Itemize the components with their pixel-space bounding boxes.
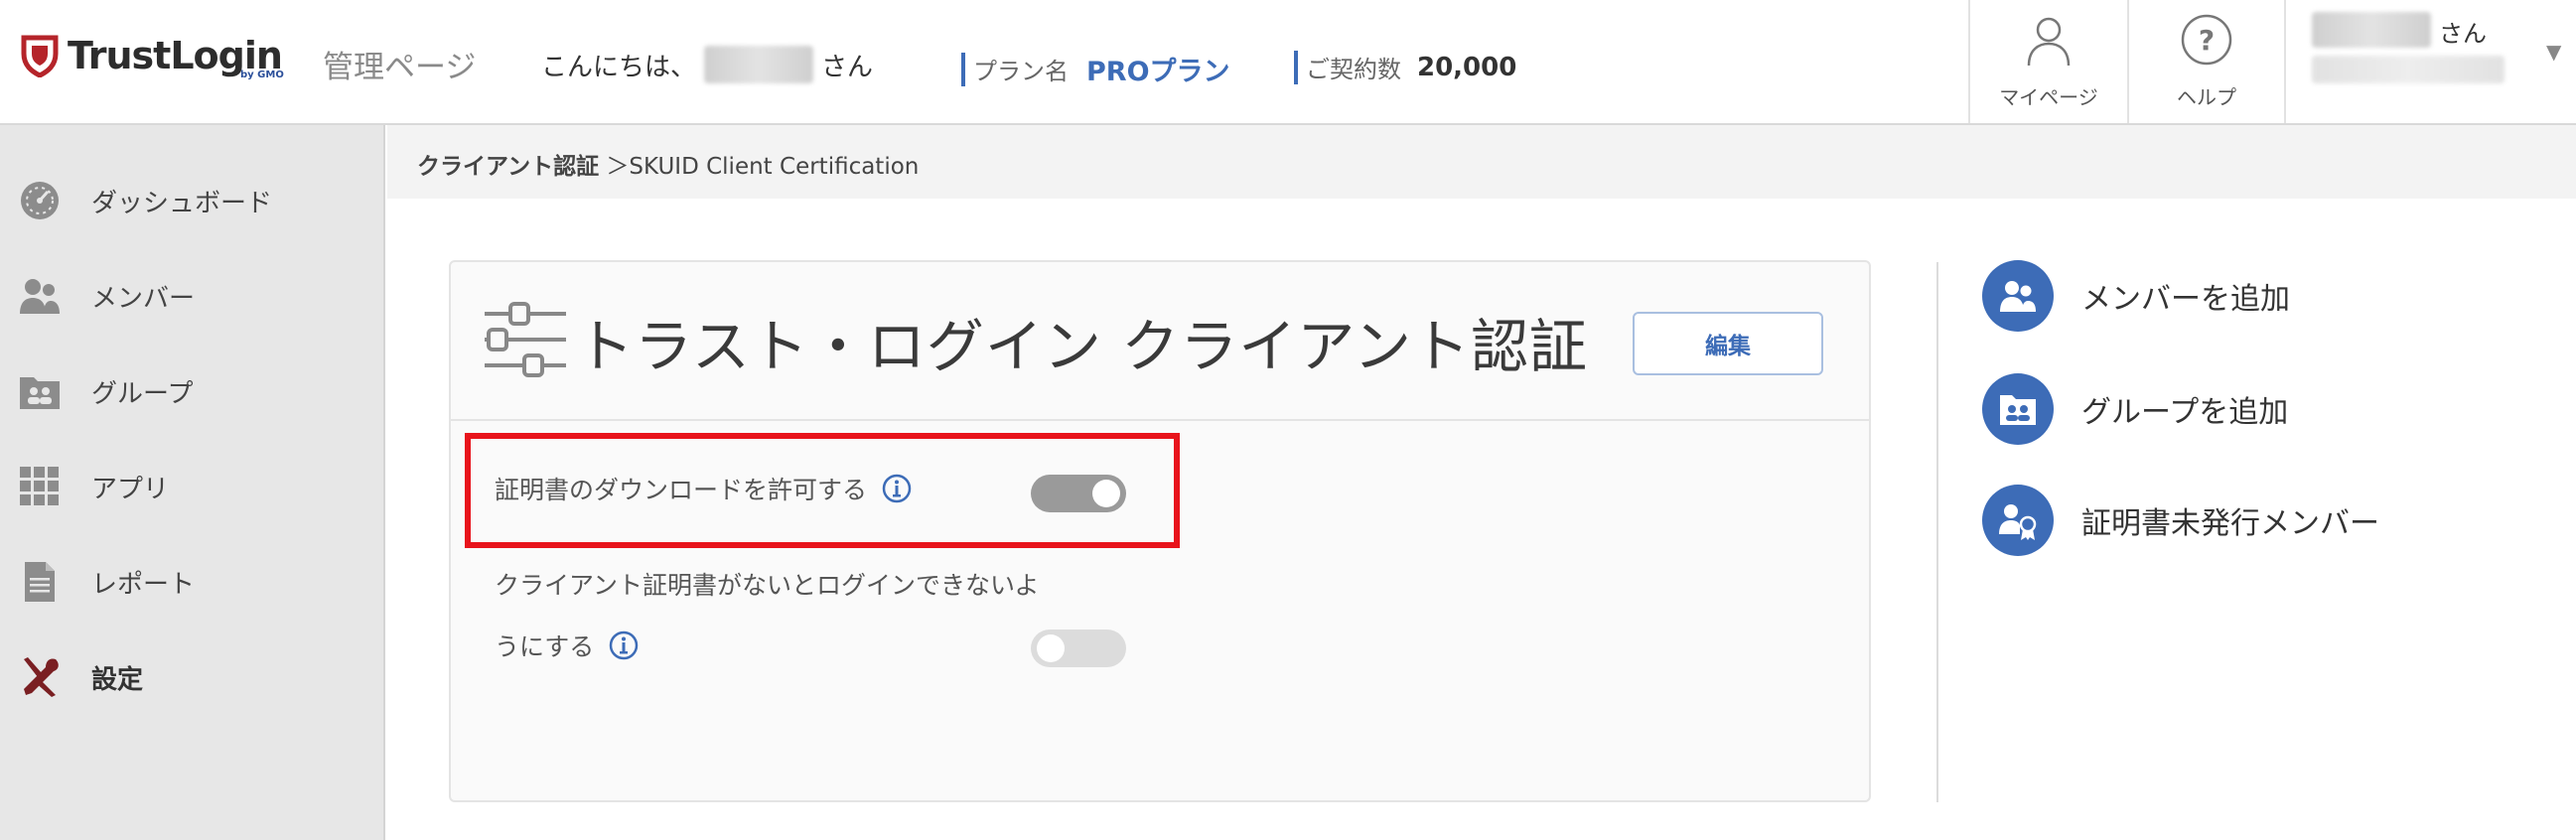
vertical-divider [1936, 262, 1938, 802]
breadcrumb-bar: クライアント認証 ＞SKUID Client Certification [387, 125, 2576, 199]
sidebar-item-label: グループ [91, 378, 194, 409]
user-suffix: さん [2439, 20, 2487, 48]
action-label: 証明書未発行メンバー [2081, 506, 2379, 541]
contract-label: ご契約数 [1306, 56, 1401, 83]
apps-grid-icon [20, 467, 59, 505]
report-document-icon [25, 562, 55, 602]
plan-info: プラン名 PROプラン [961, 50, 1230, 88]
mypage-label: マイページ [1999, 85, 2098, 109]
dashboard-icon [21, 182, 59, 219]
group-icon [20, 377, 60, 409]
breadcrumb-current: SKUID Client Certification [629, 154, 920, 180]
breadcrumb: クライアント認証 ＞SKUID Client Certification [417, 147, 919, 181]
sidebar-item-dashboard[interactable]: ダッシュボード [0, 153, 385, 248]
help-question-icon: ? [2181, 14, 2232, 66]
add-group-action[interactable]: グループを追加 [1982, 373, 2288, 445]
settings-tools-icon [24, 657, 59, 697]
action-label: メンバーを追加 [2081, 282, 2290, 317]
shield-logo-icon [21, 35, 59, 77]
highlight-annotation-box [465, 433, 1180, 548]
contract-info: ご契約数 20,000 [1294, 50, 1516, 84]
uncertified-members-action[interactable]: 証明書未発行メンバー [1982, 485, 2379, 556]
plan-label: プラン名 [973, 58, 1069, 85]
sidebar-item-label: 設定 [91, 664, 144, 695]
sliders-settings-icon [485, 302, 566, 377]
sidebar-item-label: アプリ [91, 474, 170, 504]
greeting: こんにちは、 さん [541, 46, 873, 83]
chevron-down-icon[interactable]: ▼ [2546, 40, 2561, 64]
sidebar-item-reports[interactable]: レポート [0, 534, 385, 630]
contract-divider [1294, 50, 1298, 84]
sidebar-item-label: レポート [91, 569, 196, 600]
greeting-prefix: こんにちは、 [541, 52, 697, 82]
sidebar-item-members[interactable]: メンバー [0, 248, 385, 344]
require-cert-toggle[interactable] [1031, 630, 1126, 667]
uncertified-member-icon [1982, 485, 2054, 556]
sidebar-item-label: メンバー [91, 283, 196, 314]
greeting-suffix: さん [821, 52, 874, 82]
info-icon[interactable] [608, 630, 640, 661]
breadcrumb-separator: ＞ [606, 154, 630, 180]
setting-label: クライアント証明書がないとログインできないよ [495, 571, 1040, 600]
plan-divider [961, 52, 965, 86]
help-button[interactable]: ? ヘルプ [2127, 0, 2284, 123]
edit-button[interactable]: 編集 [1633, 312, 1823, 375]
sidebar-item-settings[interactable]: 設定 [0, 630, 385, 725]
user-menu[interactable]: さん ▼ [2284, 0, 2576, 123]
mypage-button[interactable]: マイページ [1968, 0, 2127, 123]
sidebar-item-label: ダッシュボード [91, 188, 273, 218]
sidebar: ダッシュボード メンバー グループ アプリ レポート 設定 [0, 125, 385, 840]
top-header: TrustLogin by GMO 管理ページ こんにちは、 さん プラン名 P… [0, 0, 2576, 125]
trustlogin-logo[interactable]: TrustLogin by GMO [20, 26, 284, 85]
plan-value: PROプラン [1086, 57, 1230, 87]
add-group-icon [1982, 373, 2054, 445]
members-icon [20, 279, 60, 314]
person-outline-icon [2027, 17, 2071, 67]
breadcrumb-parent[interactable]: クライアント認証 [417, 154, 599, 180]
sidebar-item-apps[interactable]: アプリ [0, 439, 385, 534]
card-title: トラスト・ログイン クライアント認証 [576, 313, 1588, 380]
blurred-user-name [2312, 12, 2431, 48]
blurred-user-detail [2312, 56, 2504, 83]
sidebar-item-groups[interactable]: グループ [0, 344, 385, 439]
help-label: ヘルプ [2177, 85, 2236, 109]
setting-label: うにする [495, 632, 595, 661]
setting-require-cert-line2: うにする [495, 628, 640, 663]
admin-page-title: 管理ページ [323, 50, 477, 85]
blurred-user-name [704, 46, 814, 83]
brand-by-gmo: by GMO [240, 70, 284, 80]
contract-value: 20,000 [1417, 52, 1517, 82]
toggle-knob [1037, 634, 1065, 662]
add-member-icon [1982, 260, 2054, 332]
action-label: グループを追加 [2081, 395, 2289, 430]
setting-require-cert-line1: クライアント証明書がないとログインできないよ [495, 566, 1040, 602]
add-member-action[interactable]: メンバーを追加 [1982, 260, 2290, 332]
svg-text:?: ? [2199, 24, 2215, 57]
card-header: トラスト・ログイン クライアント認証 編集 [451, 262, 1869, 421]
